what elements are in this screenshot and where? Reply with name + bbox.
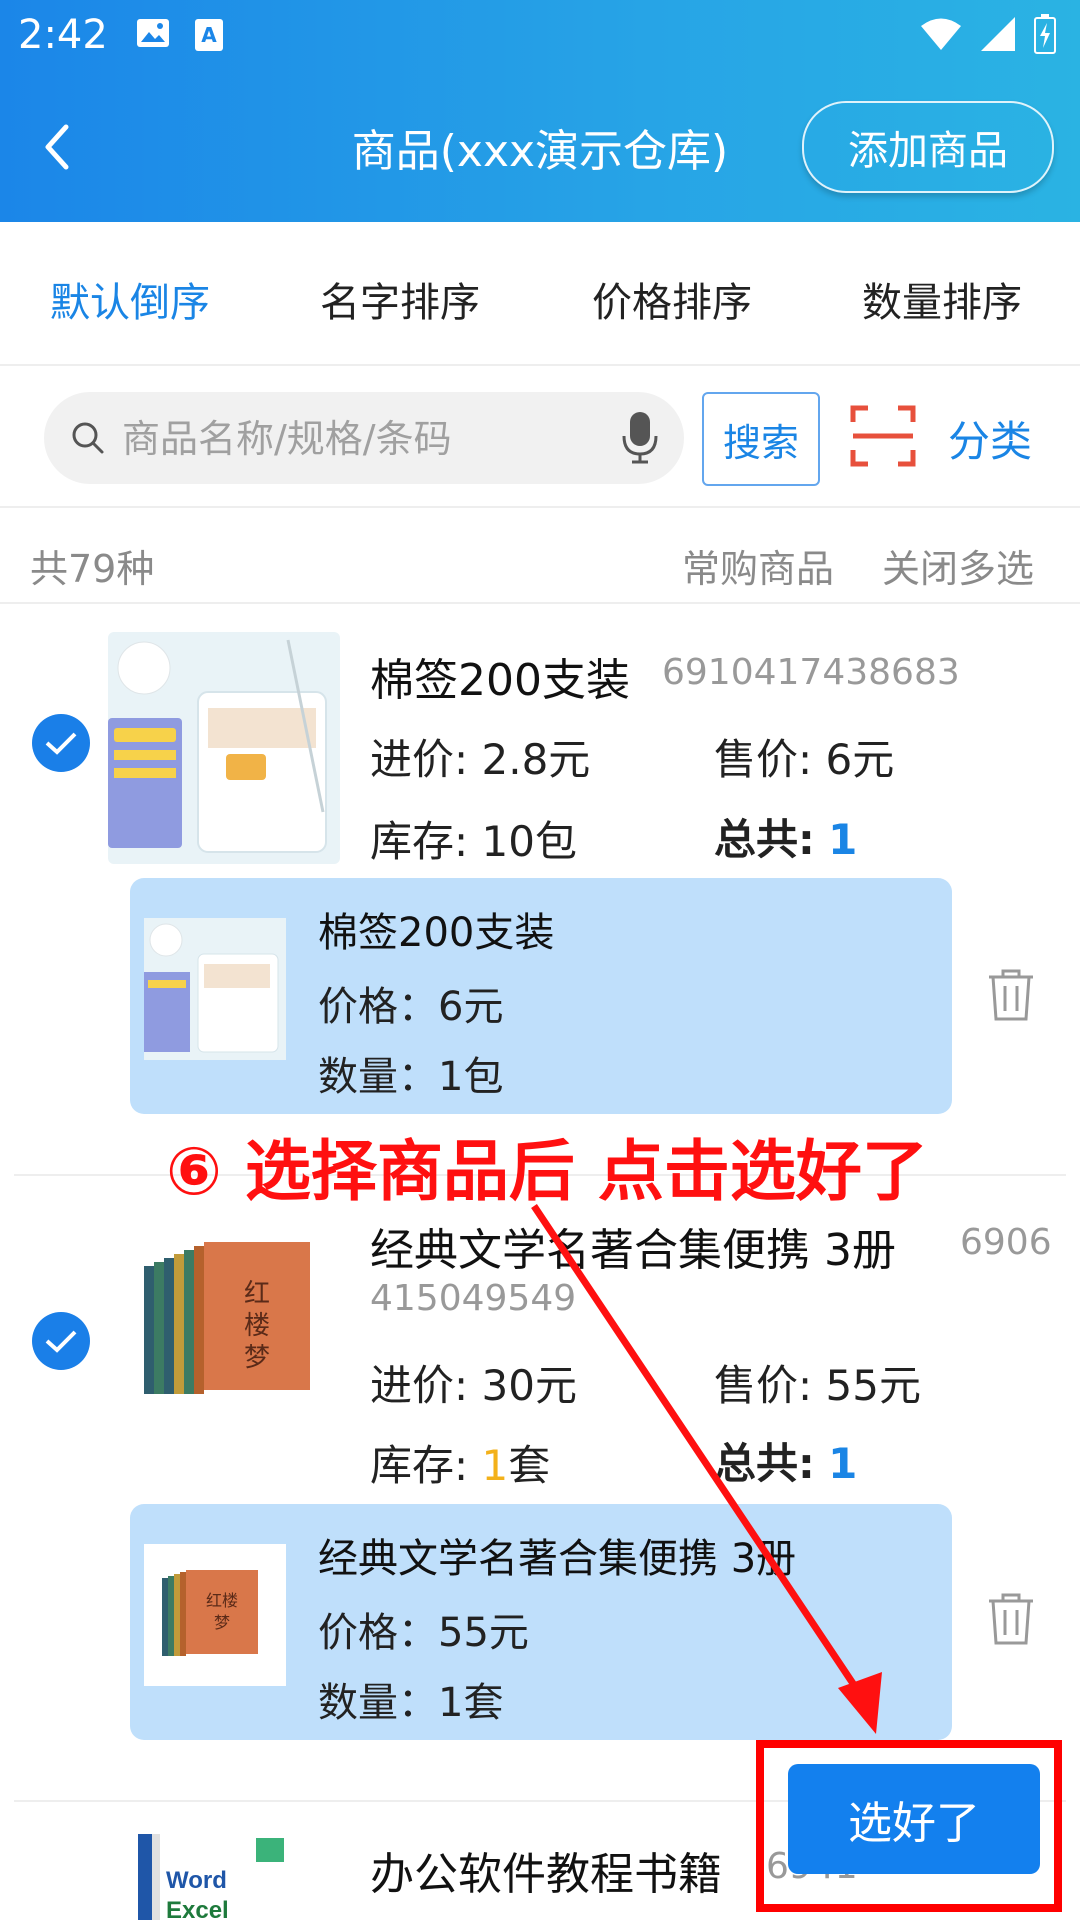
annotation-arrow xyxy=(531,1204,882,1734)
highlight-box xyxy=(756,1740,1062,1912)
